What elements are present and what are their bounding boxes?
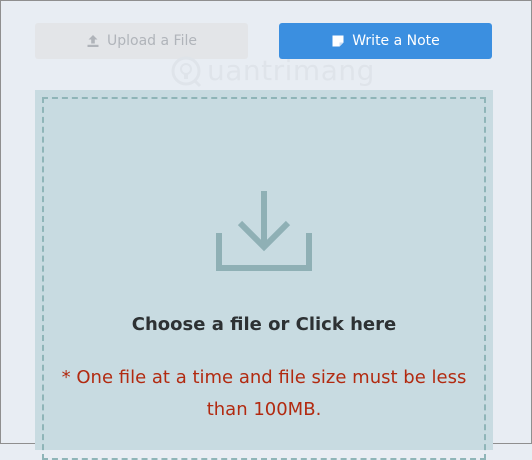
download-icon <box>216 191 312 271</box>
write-note-tab[interactable]: Write a Note <box>279 23 492 59</box>
write-note-tab-label: Write a Note <box>352 33 440 49</box>
note-icon <box>331 34 345 48</box>
upload-icon <box>86 34 100 48</box>
dropzone-title: Choose a file or Click here <box>131 314 397 335</box>
upload-file-tab-label: Upload a File <box>107 33 197 49</box>
file-dropzone[interactable]: Choose a file or Click here * One file a… <box>35 90 493 460</box>
upload-file-tab[interactable]: Upload a File <box>35 23 248 59</box>
dropzone-size-note: * One file at a time and file size must … <box>61 367 467 420</box>
